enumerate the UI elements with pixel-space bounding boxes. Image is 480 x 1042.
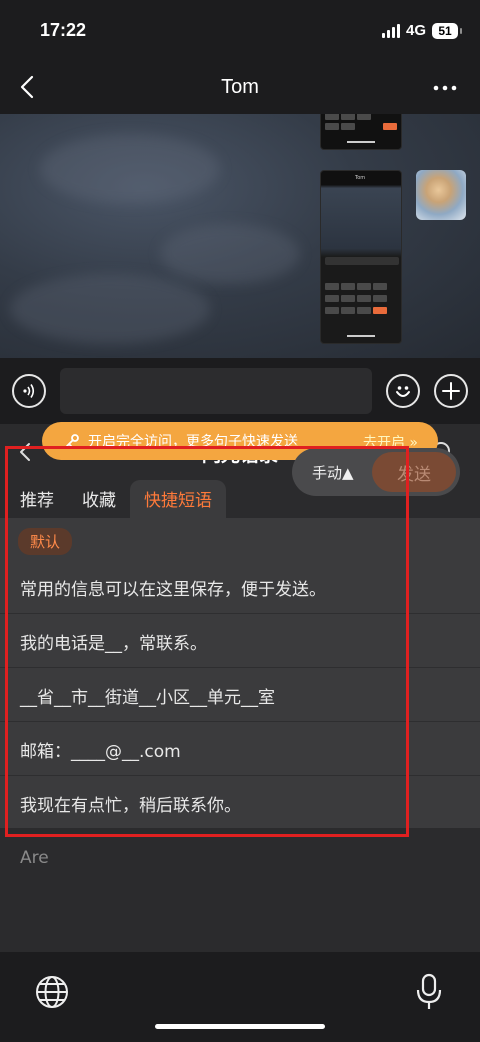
home-indicator [155, 1024, 325, 1029]
tab-quick-phrases[interactable]: 快捷短语 [130, 480, 226, 521]
phrase-text: 我现在有点忙，稍后联系你。 [20, 796, 241, 816]
phrase-item[interactable]: 我现在有点忙，稍后联系你。 [0, 776, 480, 830]
tab-recommend[interactable]: 推荐 [20, 486, 54, 511]
image-message-1[interactable] [320, 114, 402, 150]
default-category-badge[interactable]: 默认 [18, 528, 73, 555]
phrase-text: __省__市__街道__小区__单元__室 [20, 688, 275, 708]
battery-icon: 51 [432, 22, 462, 39]
message-input-row [0, 358, 480, 424]
phrase-item[interactable]: __省__市__街道__小区__单元__室 [0, 668, 480, 722]
contact-avatar[interactable] [416, 170, 466, 220]
image-message-2[interactable]: Tom [320, 170, 402, 344]
more-dots-icon[interactable] [432, 78, 458, 98]
suggestion-row: Are [0, 828, 480, 952]
quick-phrase-panel: 闪光语录 推荐 收藏 快捷短语 默认 常用的信息可以在这里保存，便于发送。 我的… [0, 424, 480, 952]
signal-icon [381, 23, 400, 38]
chat-nav-bar: Tom [0, 62, 480, 114]
chat-messages-area[interactable]: Tom [0, 114, 480, 358]
key-icon [66, 434, 79, 447]
globe-icon[interactable] [34, 974, 70, 1010]
network-type: 4G [405, 22, 426, 39]
phrase-list: 默认 常用的信息可以在这里保存，便于发送。 我的电话是__，常联系。 __省__… [0, 518, 480, 828]
send-mode-pill: 手动▲ 发送 [292, 448, 460, 496]
phrase-text: 我的电话是__，常联系。 [20, 634, 207, 654]
phrase-text: 常用的信息可以在这里保存，便于发送。 [20, 580, 326, 600]
phrase-item[interactable]: 我的电话是__，常联系。 [0, 614, 480, 668]
emoji-icon[interactable] [386, 374, 420, 408]
tab-favorites[interactable]: 收藏 [82, 486, 116, 511]
message-input[interactable] [60, 368, 372, 414]
send-button[interactable]: 发送 [372, 452, 456, 492]
status-indicators: 4G 51 [381, 22, 462, 39]
mode-toggle[interactable]: 手动▲ [312, 462, 354, 483]
suggestion-text[interactable]: Are [20, 848, 49, 868]
status-bar: 17:22 4G 51 [0, 0, 480, 62]
phrase-item[interactable]: 邮箱：____@__.com [0, 722, 480, 776]
phrase-item[interactable]: 常用的信息可以在这里保存，便于发送。 [0, 560, 480, 614]
banner-text: 开启完全访问，更多句子快速发送 [88, 434, 298, 450]
plus-icon[interactable] [434, 374, 468, 408]
microphone-icon[interactable] [414, 972, 444, 1012]
chat-title: Tom [221, 76, 259, 98]
keyboard-bottom-bar [0, 952, 480, 1042]
voice-icon[interactable] [12, 374, 46, 408]
phrase-text: 邮箱：____@__.com [20, 742, 181, 762]
status-time: 17:22 [40, 20, 87, 40]
